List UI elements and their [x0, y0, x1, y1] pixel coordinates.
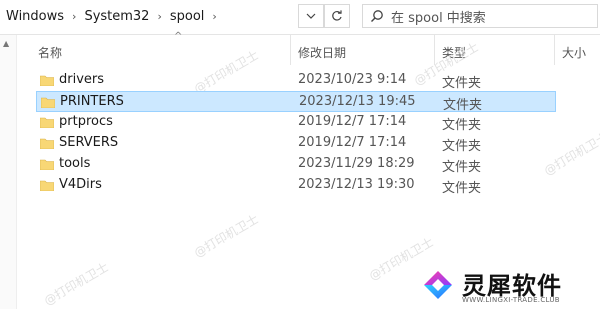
column-name[interactable]: 名称 [38, 44, 62, 61]
refresh-button[interactable] [324, 4, 350, 28]
folder-row[interactable]: V4Dirs 2023/12/13 19:30 文件夹 [36, 175, 556, 196]
folder-row[interactable]: drivers 2023/10/23 9:14 文件夹 [36, 70, 556, 91]
file-name: PRINTERS [60, 94, 124, 109]
breadcrumb-spool[interactable]: spool [170, 9, 205, 24]
file-type: 文件夹 [442, 181, 482, 196]
search-icon [363, 9, 391, 23]
folder-icon [41, 97, 55, 108]
file-type: 文件夹 [442, 160, 482, 175]
folder-icon [40, 180, 54, 191]
folder-icon [40, 159, 54, 170]
column-divider[interactable] [554, 35, 555, 65]
file-name: prtprocs [59, 114, 113, 129]
breadcrumb: Windows › System32 › spool › [6, 4, 316, 28]
file-date: 2023/11/29 18:29 [298, 156, 415, 171]
file-date: 2019/12/7 17:14 [298, 114, 407, 129]
file-date: 2023/12/13 19:30 [298, 177, 415, 192]
file-type: 文件夹 [442, 139, 482, 154]
column-header: ^ 名称 修改日期 类型 大小 [16, 31, 600, 65]
breadcrumb-windows[interactable]: Windows [6, 9, 64, 24]
breadcrumb-system32[interactable]: System32 [84, 9, 149, 24]
folder-icon [40, 117, 54, 128]
file-date: 2023/12/13 19:45 [299, 94, 416, 109]
file-name: tools [59, 156, 91, 171]
folder-row[interactable]: SERVERS 2019/12/7 17:14 文件夹 [36, 133, 556, 154]
file-type: 文件夹 [443, 98, 483, 113]
watermark: @打印机卫士 [41, 259, 111, 308]
file-type: 文件夹 [442, 76, 482, 91]
navigation-pane-edge: ▲ [0, 35, 17, 309]
column-divider[interactable] [290, 35, 291, 65]
chevron-down-icon [306, 13, 316, 19]
watermark: @打印机卫士 [191, 211, 261, 260]
file-name: V4Dirs [59, 177, 102, 192]
column-size[interactable]: 大小 [562, 44, 586, 61]
folder-row[interactable]: prtprocs 2019/12/7 17:14 文件夹 [36, 112, 556, 133]
address-bar: Windows › System32 › spool › 在 spool 中搜索 [0, 0, 600, 35]
sort-ascending-icon: ^ [174, 31, 183, 42]
address-dropdown-button[interactable] [298, 4, 324, 28]
chevron-right-icon[interactable]: › [72, 10, 76, 23]
search-input[interactable]: 在 spool 中搜索 [362, 4, 598, 28]
folder-row[interactable]: tools 2023/11/29 18:29 文件夹 [36, 154, 556, 175]
search-placeholder: 在 spool 中搜索 [391, 10, 486, 26]
chevron-right-icon[interactable]: › [212, 10, 216, 23]
refresh-icon [332, 10, 342, 21]
scroll-up-icon[interactable]: ▲ [3, 39, 9, 48]
folder-row-selected[interactable]: PRINTERS 2023/12/13 19:45 文件夹 [36, 91, 556, 113]
brand-logo: 灵犀软件 WWW.LINGXI-TRADE.CLUB [414, 263, 600, 309]
folder-icon [40, 75, 54, 86]
column-date[interactable]: 修改日期 [298, 44, 346, 61]
file-name: SERVERS [59, 135, 119, 150]
file-type: 文件夹 [442, 118, 482, 133]
folder-icon [40, 138, 54, 149]
file-date: 2023/10/23 9:14 [298, 72, 407, 87]
chevron-right-icon[interactable]: › [157, 10, 161, 23]
file-date: 2019/12/7 17:14 [298, 135, 407, 150]
brand-url: WWW.LINGXI-TRADE.CLUB [462, 296, 560, 304]
file-name: drivers [59, 72, 105, 87]
brand-mark-icon [424, 271, 452, 299]
